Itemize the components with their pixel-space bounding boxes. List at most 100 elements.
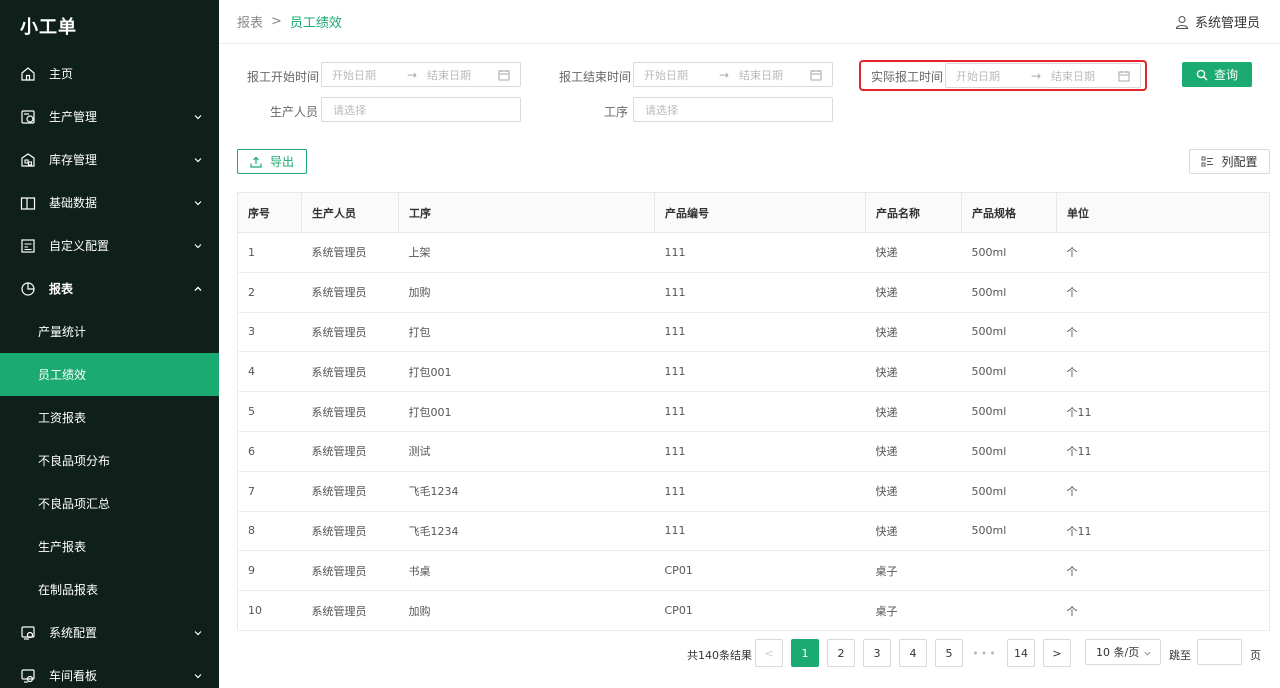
sidebar-item-label: 报表	[49, 282, 74, 296]
page-button-1[interactable]: 1	[791, 639, 819, 667]
cell-product-code: 111	[654, 232, 866, 273]
query-button[interactable]: 查询	[1182, 62, 1252, 87]
cell-process: 打包	[398, 312, 655, 353]
breadcrumb-root[interactable]: 报表	[237, 12, 263, 31]
chevron-down-icon	[194, 630, 202, 635]
query-button-label: 查询	[1213, 68, 1238, 82]
cell-staff: 系统管理员	[301, 312, 399, 353]
table-row: 10 系统管理员 加购 CP01 桌子 个	[237, 590, 1270, 631]
cell-process: 打包001	[398, 351, 655, 393]
page-button-last[interactable]: 14	[1007, 639, 1035, 667]
end-time-range-picker[interactable]: 开始日期 → 结束日期	[633, 62, 833, 87]
page-button-4[interactable]: 4	[899, 639, 927, 667]
sidebar-subitem-output-stats[interactable]: 产量统计	[0, 310, 219, 353]
jump-page-input[interactable]	[1197, 639, 1242, 665]
sidebar-item-system-config[interactable]: 系统配置	[0, 611, 219, 654]
cell-unit: 个	[1056, 272, 1270, 313]
end-time-label: 报工结束时间	[559, 70, 632, 84]
process-select[interactable]: 请选择	[633, 97, 833, 122]
calendar-icon	[498, 70, 510, 81]
cell-staff: 系统管理员	[301, 431, 399, 472]
page-button-2[interactable]: 2	[827, 639, 855, 667]
calendar-icon	[810, 70, 822, 81]
home-icon	[21, 66, 35, 81]
sidebar-item-custom-config[interactable]: 自定义配置	[0, 224, 219, 267]
total-count: 共140条结果	[687, 649, 752, 662]
cell-index: 4	[237, 351, 302, 393]
table-row: 5 系统管理员 打包001 111 快递 500ml 个11	[237, 391, 1270, 432]
column-header: 产品规格	[961, 192, 1057, 233]
cell-unit: 个	[1056, 312, 1270, 353]
production-icon	[21, 109, 35, 124]
cell-process: 加购	[398, 590, 655, 631]
performance-table: 序号 生产人员 工序 产品编号 产品名称 产品规格 单位 1 系统管理员 上架 111…	[237, 192, 1270, 631]
page-button-5[interactable]: 5	[935, 639, 963, 667]
cell-unit: 个11	[1056, 511, 1270, 552]
table-row: 3 系统管理员 打包 111 快递 500ml 个	[237, 312, 1270, 353]
sidebar-subitem-defect-distribution[interactable]: 不良品项分布	[0, 439, 219, 482]
prev-page-button[interactable]: <	[755, 639, 783, 667]
cell-staff: 系统管理员	[301, 550, 399, 592]
chevron-down-icon	[194, 243, 202, 248]
more-pages-ellipsis[interactable]: •••	[971, 639, 999, 667]
jump-suffix: 页	[1250, 649, 1261, 662]
sidebar-subitem-wage-report[interactable]: 工资报表	[0, 396, 219, 439]
table-row: 4 系统管理员 打包001 111 快递 500ml 个	[237, 351, 1270, 393]
sidebar-item-reports[interactable]: 报表	[0, 267, 219, 310]
sidebar-item-home[interactable]: 主页	[0, 52, 219, 95]
cell-product-code: CP01	[654, 550, 866, 592]
sidebar-item-label: 基础数据	[49, 196, 98, 210]
staff-label: 生产人员	[270, 105, 319, 119]
cell-product-name: 快递	[865, 511, 962, 552]
next-page-button[interactable]: >	[1043, 639, 1071, 667]
cell-product-spec: 500ml	[961, 312, 1057, 353]
cell-product-spec: 500ml	[961, 351, 1057, 393]
start-time-end-placeholder: 结束日期	[427, 68, 471, 82]
staff-select[interactable]: 请选择	[321, 97, 521, 122]
sidebar-subitem-production-report[interactable]: 生产报表	[0, 525, 219, 568]
cell-product-spec	[961, 550, 1057, 592]
cell-process: 上架	[398, 232, 655, 273]
main-content: 报工开始时间 开始日期 → 结束日期 报工结束时间 开始日期 → 结束日期 实际…	[219, 44, 1280, 688]
page-button-3[interactable]: 3	[863, 639, 891, 667]
page-size-select[interactable]: 10 条/页	[1085, 639, 1161, 665]
sidebar-item-inventory[interactable]: 库存管理	[0, 138, 219, 181]
chevron-down-icon	[194, 673, 202, 678]
column-header: 单位	[1056, 192, 1270, 233]
table-header-row: 序号 生产人员 工序 产品编号 产品名称 产品规格 单位	[237, 192, 1270, 233]
cell-index: 10	[237, 590, 302, 631]
cell-index: 1	[237, 232, 302, 273]
table-row: 6 系统管理员 测试 111 快递 500ml 个11	[237, 431, 1270, 472]
user-menu[interactable]: 系统管理员	[1175, 12, 1260, 31]
actual-time-range-picker[interactable]: 开始日期 → 结束日期	[945, 63, 1141, 88]
pagination: 共140条结果 < 1 2 3 4 5 ••• 14 > 10 条/页 跳至 页	[219, 639, 1280, 669]
cell-unit: 个	[1056, 590, 1270, 631]
sidebar-subitem-wip-report[interactable]: 在制品报表	[0, 568, 219, 611]
start-time-range-picker[interactable]: 开始日期 → 结束日期	[321, 62, 521, 87]
start-time-begin-placeholder: 开始日期	[332, 68, 376, 82]
cell-process: 飞毛1234	[398, 511, 655, 552]
cell-product-name: 快递	[865, 471, 962, 512]
cell-unit: 个11	[1056, 391, 1270, 432]
cell-unit: 个	[1056, 550, 1270, 592]
cell-product-code: CP01	[654, 590, 866, 631]
process-label: 工序	[604, 105, 629, 119]
cell-unit: 个	[1056, 232, 1270, 273]
sidebar-subitem-staff-performance[interactable]: 员工绩效	[0, 353, 219, 396]
range-arrow-icon: →	[1031, 68, 1042, 83]
table-row: 1 系统管理员 上架 111 快递 500ml 个	[237, 232, 1270, 273]
column-config-button[interactable]: 列配置	[1189, 149, 1270, 174]
sidebar-item-workshop-board[interactable]: 车间看板	[0, 654, 219, 688]
end-time-begin-placeholder: 开始日期	[644, 68, 688, 82]
cell-index: 6	[237, 431, 302, 472]
sidebar-item-database[interactable]: 基础数据	[0, 181, 219, 224]
cell-product-spec: 500ml	[961, 511, 1057, 552]
end-time-end-placeholder: 结束日期	[739, 68, 783, 82]
cell-product-name: 快递	[865, 351, 962, 393]
actual-time-label: 实际报工时间	[871, 70, 944, 84]
sidebar-item-production[interactable]: 生产管理	[0, 95, 219, 138]
cell-staff: 系统管理员	[301, 232, 399, 273]
sidebar-subitem-defect-summary[interactable]: 不良品项汇总	[0, 482, 219, 525]
export-button[interactable]: 导出	[237, 149, 307, 174]
board-icon	[21, 668, 35, 683]
